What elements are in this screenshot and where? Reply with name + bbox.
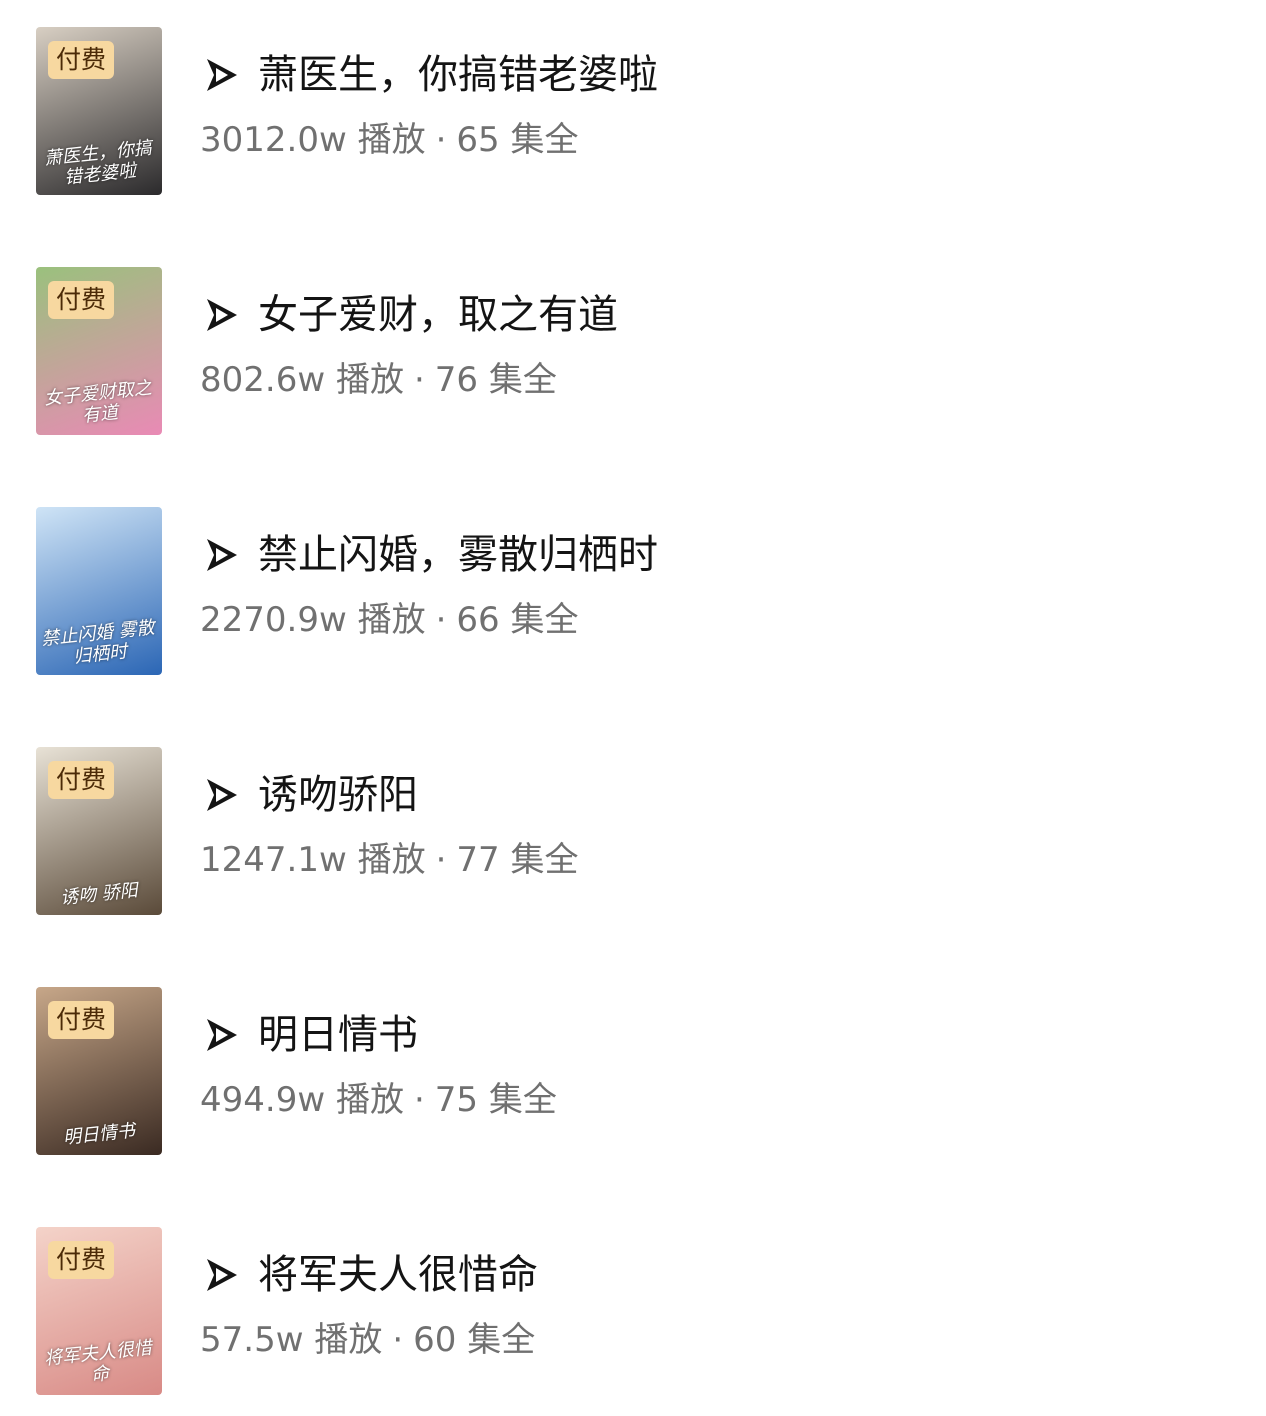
drama-meta: 1247.1w 播放 · 77 集全: [200, 838, 578, 882]
episode-count: 75: [434, 1080, 479, 1120]
drama-meta: 802.6w 播放 · 76 集全: [200, 358, 557, 402]
play-icon: [207, 539, 237, 571]
separator-dot: ·: [413, 360, 425, 400]
episode-count: 65: [456, 120, 500, 160]
drama-list-item[interactable]: 禁止闪婚 雾散归栖时 禁止闪婚，雾散归栖时 2270.9w 播放 · 66 集全: [0, 480, 1266, 680]
drama-cover-image[interactable]: 萧医生，你搞错老婆啦 付费: [36, 27, 162, 195]
episode-count: 66: [456, 600, 500, 640]
play-icon: [207, 1019, 237, 1051]
paid-badge: 付费: [48, 1241, 115, 1279]
drama-cover-image[interactable]: 女子爱财取之有道 付费: [36, 267, 162, 435]
drama-title[interactable]: 女子爱财，取之有道: [258, 288, 618, 342]
drama-meta: 494.9w 播放 · 75 集全: [200, 1078, 557, 1122]
drama-meta: 57.5w 播放 · 60 集全: [200, 1318, 535, 1362]
episode-count: 60: [413, 1320, 457, 1360]
play-count-suffix: 播放: [357, 120, 426, 160]
drama-list-item[interactable]: 将军夫人很惜命 付费 将军夫人很惜命 57.5w 播放 · 60 集全: [0, 1200, 1266, 1400]
paid-badge: 付费: [48, 761, 115, 799]
drama-list-item[interactable]: 女子爱财取之有道 付费 女子爱财，取之有道 802.6w 播放 · 76 集全: [0, 240, 1266, 440]
play-count: 3012.0w: [200, 120, 347, 160]
episode-count-suffix: 集全: [467, 1320, 536, 1360]
episode-count-suffix: 集全: [488, 1080, 557, 1120]
play-icon: [207, 59, 237, 91]
drama-list-item[interactable]: 萧医生，你搞错老婆啦 付费 萧医生，你搞错老婆啦 3012.0w 播放 · 65 集全: [0, 0, 1266, 200]
separator-dot: ·: [435, 120, 447, 160]
episode-count-suffix: 集全: [510, 120, 579, 160]
drama-cover-image[interactable]: 将军夫人很惜命 付费: [36, 1227, 162, 1395]
drama-list-item[interactable]: 明日情书 付费 明日情书 494.9w 播放 · 75 集全: [0, 960, 1266, 1160]
drama-cover-image[interactable]: 明日情书 付费: [36, 987, 162, 1155]
play-count: 494.9w: [200, 1080, 326, 1120]
drama-meta: 3012.0w 播放 · 65 集全: [200, 118, 578, 162]
episode-count: 76: [434, 360, 479, 400]
drama-title[interactable]: 明日情书: [258, 1008, 418, 1062]
separator-dot: ·: [392, 1320, 404, 1360]
episode-count-suffix: 集全: [510, 600, 579, 640]
drama-meta: 2270.9w 播放 · 66 集全: [200, 598, 578, 642]
separator-dot: ·: [435, 840, 447, 880]
episode-count-suffix: 集全: [488, 360, 557, 400]
play-icon: [207, 299, 237, 331]
drama-title[interactable]: 将军夫人很惜命: [258, 1248, 538, 1302]
drama-title[interactable]: 诱吻骄阳: [258, 768, 418, 822]
play-count-suffix: 播放: [335, 360, 404, 400]
paid-badge: 付费: [48, 1001, 115, 1039]
episode-count: 77: [456, 840, 500, 880]
play-count: 1247.1w: [200, 840, 347, 880]
paid-badge: 付费: [48, 281, 115, 319]
play-count-suffix: 播放: [357, 840, 426, 880]
drama-title[interactable]: 萧医生，你搞错老婆啦: [258, 48, 658, 102]
drama-cover-image[interactable]: 禁止闪婚 雾散归栖时: [36, 507, 162, 675]
play-count: 802.6w: [200, 360, 326, 400]
play-icon: [207, 779, 237, 811]
drama-list: 萧医生，你搞错老婆啦 付费 萧医生，你搞错老婆啦 3012.0w 播放 · 65 集全 女子…: [0, 0, 1266, 1416]
play-count: 57.5w: [200, 1320, 304, 1360]
play-count: 2270.9w: [200, 600, 347, 640]
play-count-suffix: 播放: [357, 600, 426, 640]
drama-list-item[interactable]: 诱吻 骄阳 付费 诱吻骄阳 1247.1w 播放 · 77 集全: [0, 720, 1266, 920]
episode-count-suffix: 集全: [510, 840, 579, 880]
play-count-suffix: 播放: [335, 1080, 404, 1120]
separator-dot: ·: [435, 600, 447, 640]
paid-badge: 付费: [48, 41, 115, 79]
drama-title[interactable]: 禁止闪婚，雾散归栖时: [258, 528, 658, 582]
play-icon: [207, 1259, 237, 1291]
separator-dot: ·: [413, 1080, 425, 1120]
play-count-suffix: 播放: [314, 1320, 383, 1360]
drama-cover-image[interactable]: 诱吻 骄阳 付费: [36, 747, 162, 915]
